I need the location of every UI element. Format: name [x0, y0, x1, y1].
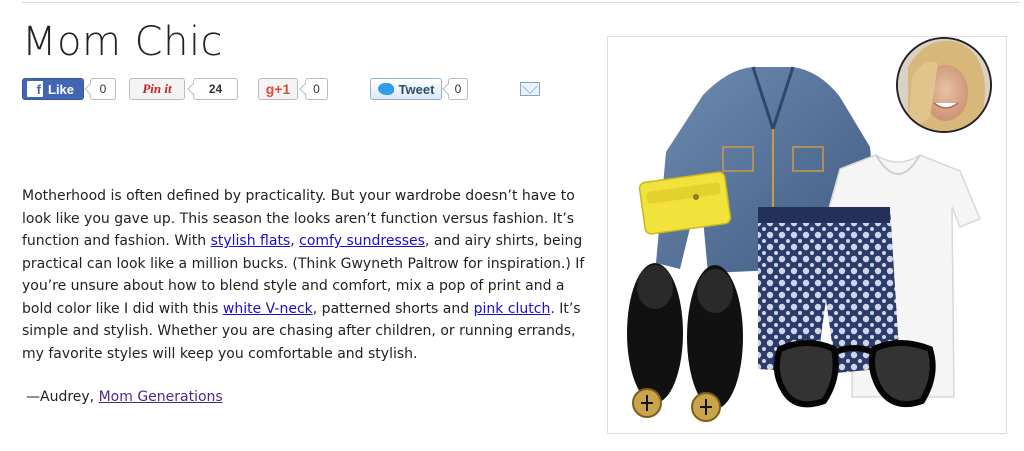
googleplus-count: 0	[305, 78, 328, 100]
top-divider	[22, 2, 1020, 3]
twitter-bird-icon	[377, 83, 394, 95]
pinterest-pin-label: Pin it	[142, 81, 172, 96]
tweet-button[interactable]: Tweet	[370, 78, 442, 100]
tweet-label: Tweet	[398, 81, 435, 97]
tweet-count: 0	[448, 78, 468, 100]
facebook-like-label: Like	[48, 81, 75, 97]
link-stylish-flats[interactable]: stylish flats	[211, 233, 291, 249]
article-text: , patterned shorts and	[312, 300, 474, 317]
author-avatar	[896, 37, 992, 133]
googleplus-button[interactable]: g+1	[258, 78, 298, 100]
link-comfy-sundresses[interactable]: comfy sundresses	[299, 233, 425, 249]
yellow-clutch	[638, 171, 732, 235]
article-text: ,	[290, 233, 300, 249]
black-flats	[627, 263, 743, 422]
facebook-like-count: 0	[90, 78, 116, 100]
outfit-collage-image	[627, 37, 992, 422]
facebook-like-button[interactable]: f Like	[22, 78, 84, 100]
googleplus-label: g+1	[265, 81, 291, 97]
author-signature: —Audrey, Mom Generations	[26, 387, 223, 407]
facebook-icon: f	[27, 81, 43, 97]
link-white-v-neck[interactable]: white V-neck	[223, 301, 313, 317]
link-mom-generations[interactable]: Mom Generations	[99, 389, 223, 405]
outfit-collage	[607, 36, 1007, 434]
article-body: Motherhood is often defined by practical…	[22, 185, 592, 365]
signature-prefix: —Audrey,	[26, 389, 99, 405]
pinterest-pin-count: 24	[193, 78, 238, 100]
page-title: Mom Chic	[22, 19, 224, 65]
pinterest-pin-button[interactable]: Pin it	[129, 78, 185, 100]
mail-envelope-icon[interactable]	[520, 82, 540, 96]
link-pink-clutch[interactable]: pink clutch	[474, 301, 551, 317]
